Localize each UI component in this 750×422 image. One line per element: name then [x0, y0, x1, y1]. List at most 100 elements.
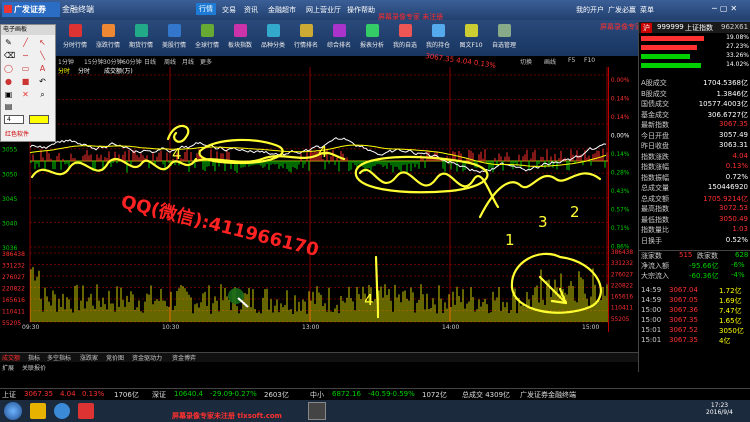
pen-color-swatch[interactable]: [29, 115, 49, 124]
quote-row-label: 最新指数: [641, 121, 669, 129]
pen-icon[interactable]: ✎: [4, 38, 13, 47]
quote-row-value: 3050.49: [719, 214, 748, 223]
tab-f10[interactable]: F10: [584, 57, 595, 64]
quote-row-label: 指数涨幅: [641, 163, 669, 171]
nav-online-hall[interactable]: 网上营业厅: [306, 5, 341, 15]
indicator-tab-6[interactable]: 资金博弈: [172, 353, 196, 362]
drawing-loop-top: [166, 124, 190, 143]
annotation-number: 2: [570, 203, 580, 221]
curve-icon[interactable]: ∽: [21, 51, 30, 60]
status-broker: 广发证券金融终端: [520, 391, 576, 399]
clear-icon[interactable]: ✕: [21, 90, 30, 99]
tab-period-30min[interactable]: 30分钟: [103, 57, 123, 66]
toolbar-button-8[interactable]: 综合排名: [324, 21, 354, 54]
toolbar-button-9[interactable]: 报表分析: [357, 21, 387, 54]
toolbar-button-3[interactable]: 美股行情: [159, 21, 189, 54]
tab-switch[interactable]: 切换: [520, 57, 532, 66]
toolbar-button-2[interactable]: 期货行情: [126, 21, 156, 54]
indicator-tab-1[interactable]: 指标: [28, 353, 40, 362]
quote-row-label: 今日开盘: [641, 131, 669, 140]
toolbar-button-0[interactable]: 分时行情: [60, 21, 90, 54]
undo-icon[interactable]: ↶: [38, 77, 47, 86]
indicator-tab-3[interactable]: 涨跌家: [80, 353, 98, 362]
quote-row-label: 基金成交: [641, 110, 669, 119]
tick-price: 3067.35: [669, 336, 698, 344]
text-icon[interactable]: A: [38, 64, 47, 73]
strength-bar: [641, 54, 690, 59]
quote-row-label: 指数涨跌: [641, 152, 669, 161]
toolbar-button-icon: [200, 24, 214, 37]
toolbar-button-4[interactable]: 全球行情: [192, 21, 222, 54]
open-account-button[interactable]: 我的开户: [576, 5, 604, 15]
buy-sell-strength-bars: 19.08% 27.23% 33.26% 14.02%: [641, 34, 749, 74]
tab-draw[interactable]: 画线: [544, 57, 556, 66]
tab-related-quotes[interactable]: 关联报价: [22, 363, 46, 372]
start-icon[interactable]: [4, 402, 22, 420]
nav-market[interactable]: 行情: [196, 3, 216, 15]
toolbar-button-12[interactable]: 图文F10: [456, 21, 486, 54]
tab-period-60min[interactable]: 60分钟: [122, 57, 142, 66]
quote-row-label: 国债成交: [641, 100, 669, 108]
tab-period-month[interactable]: 月线: [182, 57, 194, 66]
indicator-tab-4[interactable]: 竞价图: [106, 353, 124, 362]
gf-biying-button[interactable]: 广发必赢: [608, 5, 636, 15]
intraday-chart[interactable]: 30683063305930553050304530403036 3864383…: [0, 67, 608, 332]
quote-row-value: 0.52%: [725, 235, 748, 244]
open-icon[interactable]: ▤: [4, 102, 13, 111]
toolbar-button-icon: [332, 24, 346, 37]
quote-row: B股成交 1.3846亿: [639, 89, 750, 99]
pct-tick-label: 0.71%: [611, 226, 630, 232]
nav-trade[interactable]: 交易: [222, 5, 236, 15]
rectangle-icon[interactable]: ▭: [21, 64, 30, 73]
quote-panel: 沪 999999 上证指数 962X61 19.08% 27.23% 33.26% 1…: [638, 22, 750, 372]
indicator-tab-2[interactable]: 多空指标: [47, 353, 71, 362]
tab-period-more[interactable]: 更多: [200, 57, 212, 66]
broker-app-icon[interactable]: [78, 403, 94, 419]
ellipse-icon[interactable]: ◯: [4, 64, 13, 73]
tab-period-day[interactable]: 日线: [144, 57, 156, 66]
arrow-icon[interactable]: ↖: [38, 38, 47, 47]
line-width-select[interactable]: 4: [4, 115, 24, 124]
indicator-tab-5[interactable]: 资金驱动力: [132, 353, 162, 362]
diagonal-icon[interactable]: ╲: [38, 51, 47, 60]
filled-ellipse-icon[interactable]: ●: [4, 77, 13, 86]
save-icon[interactable]: ▣: [4, 90, 13, 99]
recorder-app-icon[interactable]: [308, 402, 326, 420]
toolbar-button-13[interactable]: 自选管理: [489, 21, 519, 54]
status-total: 总成交 4309亿: [462, 391, 511, 399]
nav-help[interactable]: 操作帮助: [347, 5, 375, 15]
tab-period-1min[interactable]: 1分钟: [58, 57, 74, 66]
toolbar-button-label: 我的自选: [392, 42, 417, 49]
tab-period-15min[interactable]: 15分钟: [84, 57, 104, 66]
eraser-icon[interactable]: ⌫: [4, 51, 15, 60]
window-controls[interactable]: ─▢✕: [712, 4, 740, 13]
toolbar-button-6[interactable]: 品种分类: [258, 21, 288, 54]
toolbar-button-icon: [68, 24, 82, 37]
folder-icon[interactable]: [30, 403, 46, 419]
pct-tick-label: 0.14%: [611, 115, 630, 121]
nav-finance-market[interactable]: 金融超市: [268, 5, 296, 15]
zoom-icon[interactable]: ⌕: [38, 90, 47, 99]
app-name: 金融终端: [62, 5, 94, 14]
volume-tick-label: 276027: [2, 274, 25, 281]
toolbar-button-10[interactable]: 我的自选: [390, 21, 420, 54]
tab-f5[interactable]: F5: [568, 57, 575, 64]
toolbar-button-icon: [299, 24, 313, 37]
tab-period-week[interactable]: 周线: [164, 57, 176, 66]
price-tick-label: 3045: [2, 196, 17, 203]
toolbar-button-1[interactable]: 涨跌行情: [93, 21, 123, 54]
browser-icon[interactable]: [54, 403, 70, 419]
qq-contact-text: QQ(微信):411966170: [119, 191, 321, 261]
indicator-tab-0[interactable]: 成交额: [2, 353, 20, 362]
toolbar-button-5[interactable]: 板块指数: [225, 21, 255, 54]
nav-news[interactable]: 资讯: [244, 5, 258, 15]
toolbar-button-11[interactable]: 我的持仓: [423, 21, 453, 54]
tab-extend[interactable]: 扩展: [2, 363, 14, 372]
toolbar-button-7[interactable]: 行情排名: [291, 21, 321, 54]
quote-row-value: 4.04: [732, 151, 748, 160]
filled-rect-icon[interactable]: ■: [21, 77, 30, 86]
tick-row: 15:01 3067.52 3050亿: [639, 326, 750, 336]
line-icon[interactable]: ╱: [21, 38, 30, 47]
pen-tool-label: 红色软件: [5, 131, 30, 138]
menu-button[interactable]: 菜单: [640, 5, 654, 15]
